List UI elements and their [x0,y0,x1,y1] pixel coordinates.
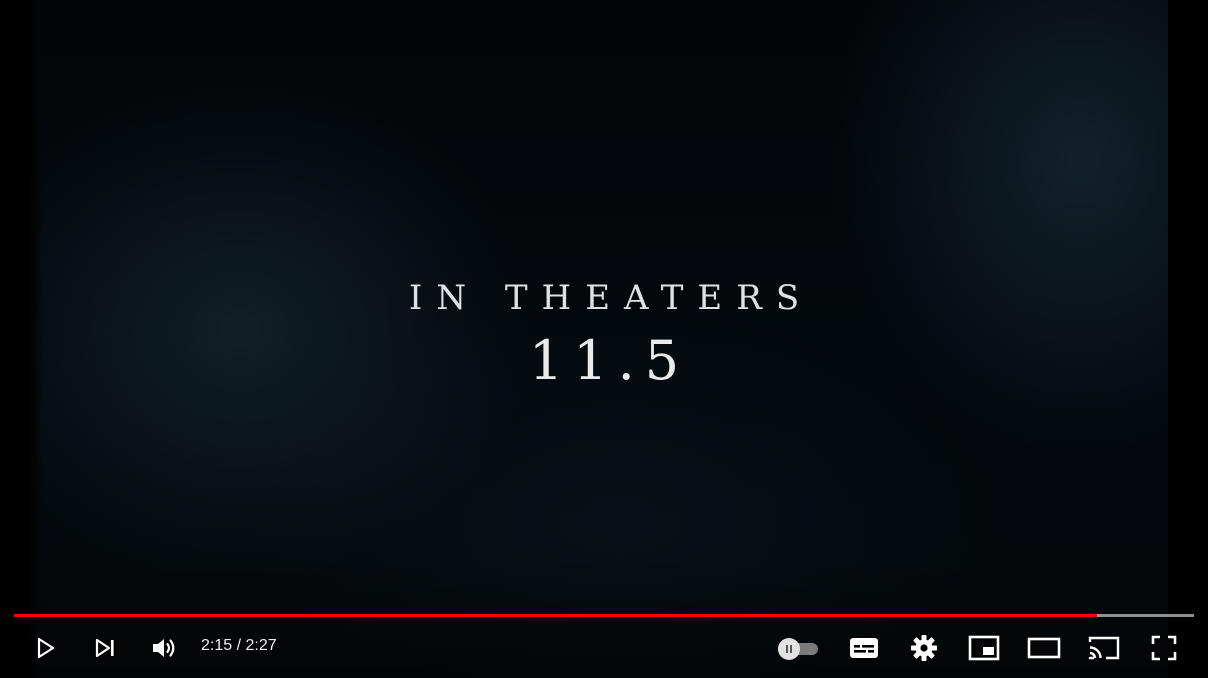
video-player[interactable]: IN THEATERS 11.5 2:15 / 2:27 [0,0,1208,678]
autoplay-toggle[interactable] [774,636,822,660]
progress-bar[interactable] [14,613,1194,618]
fullscreen-icon [1151,635,1177,661]
volume-icon [153,639,175,657]
subtitles-button[interactable] [840,626,888,670]
next-button[interactable] [81,626,129,670]
release-date: 11.5 [528,329,690,392]
fullscreen-button[interactable] [1140,626,1188,670]
gear-icon [911,635,937,661]
play-icon [37,637,55,659]
time-display: 2:15 / 2:27 [201,637,277,654]
progress-played [14,614,1098,617]
release-caption: IN THEATERS [408,278,814,318]
theater-mode-icon [1027,637,1061,659]
play-button[interactable] [21,626,69,670]
cast-button[interactable] [1080,626,1128,670]
cast-icon [1088,636,1120,660]
miniplayer-button[interactable] [960,626,1008,670]
skip-next-icon [95,638,114,658]
subtitles-icon [850,638,878,658]
player-controls: 2:15 / 2:27 [0,622,1208,674]
autoplay-knob [778,638,800,660]
video-title-card: IN THEATERS 11.5 [0,278,1208,392]
mute-button[interactable] [140,626,188,670]
theater-mode-button[interactable] [1020,626,1068,670]
settings-button[interactable] [900,626,948,670]
pause-icon [786,645,792,653]
miniplayer-icon [968,635,1000,661]
